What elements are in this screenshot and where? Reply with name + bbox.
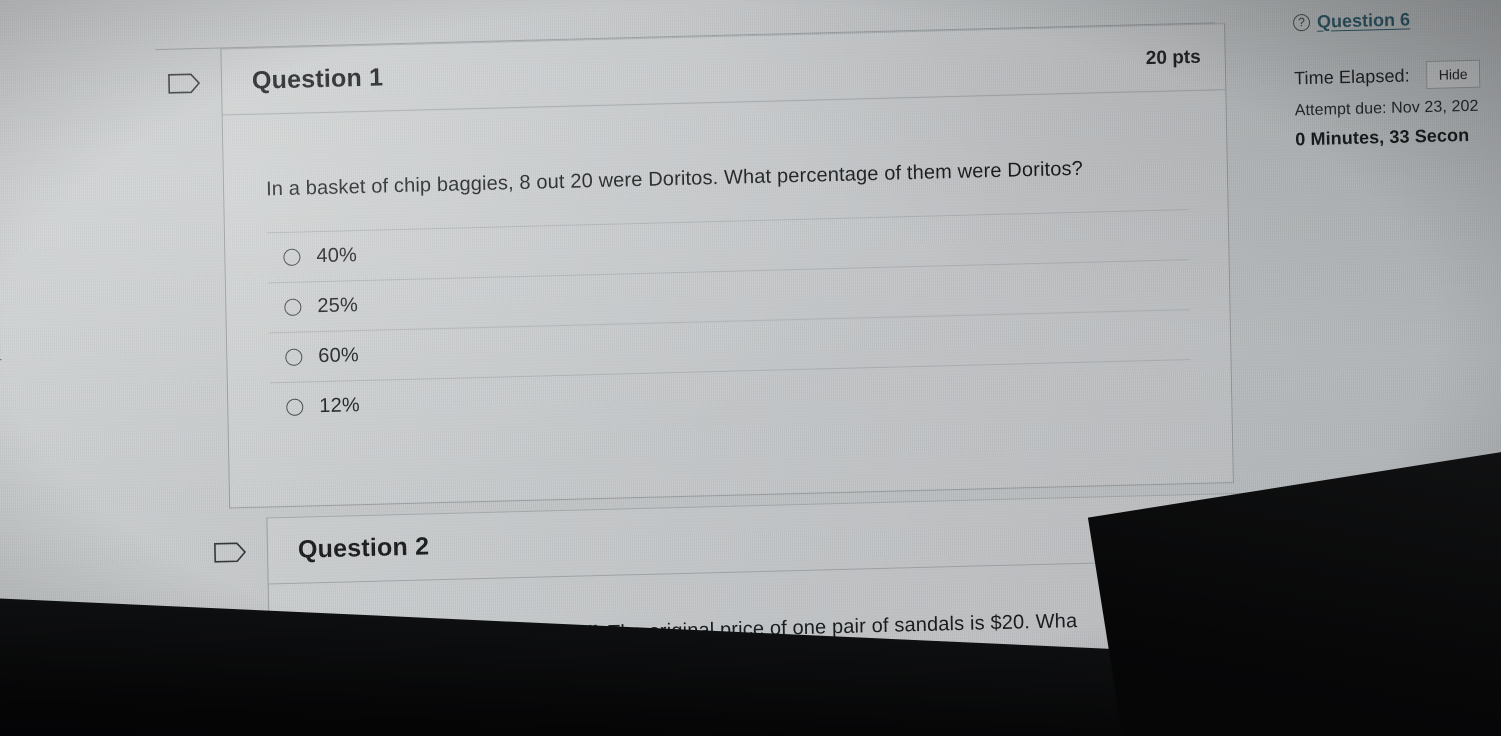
- hide-timer-button[interactable]: Hide: [1425, 59, 1481, 90]
- radio-button[interactable]: [285, 348, 303, 367]
- attempt-due-text: Attempt due: Nov 23, 202: [1294, 97, 1479, 120]
- question-2-header: Question 2 20 pts: [214, 493, 1267, 585]
- question-1-text: In a basket of chip baggies, 8 out 20 we…: [265, 157, 1084, 201]
- question-link-label[interactable]: Question 6: [1317, 9, 1410, 32]
- sidebar-item-onedrive[interactable]: OneDrive: [0, 335, 151, 364]
- sidebar-item-music[interactable]: sic: [0, 396, 152, 425]
- flag-icon[interactable]: [213, 540, 247, 565]
- sidebar-item-learning[interactable]: arning: [0, 662, 158, 691]
- screen-photo: arn Teams OneDrive sic ing oring ath s a…: [0, 0, 1501, 736]
- sidebar-item-s[interactable]: s: [0, 613, 157, 642]
- sidebar-item-math[interactable]: ath: [0, 559, 156, 588]
- sidebar-nav: arn Teams OneDrive sic ing oring ath s a…: [0, 0, 160, 736]
- question-1-points: 20 pts: [1145, 46, 1201, 69]
- question-navigation-rail: ? Question 4 ? Question 5 ? Question 6 T…: [1223, 0, 1501, 736]
- monitor-screen: arn Teams OneDrive sic ing oring ath s a…: [0, 0, 1501, 736]
- question-card-1: Question 1 20 pts In a basket of chip ba…: [168, 23, 1234, 509]
- question-1-answers: 40% 25% 60% 12%: [266, 209, 1192, 433]
- sidebar-item-tutoring[interactable]: oring: [0, 505, 155, 534]
- main-content: Quiz Instructions 7 Question 1 20 pts In…: [144, 0, 1270, 736]
- timer-block: Time Elapsed: Hide Attempt due: Nov 23, …: [1294, 58, 1501, 151]
- question-2-title: Question 2: [297, 532, 430, 564]
- question-card-2: Question 2 20 pts Sandals are on sale fo…: [214, 492, 1270, 699]
- answer-label: 60%: [318, 344, 360, 368]
- radio-button[interactable]: [286, 398, 304, 417]
- question-mark-circle-icon: ?: [1292, 13, 1311, 31]
- sidebar-item-reading[interactable]: ing: [0, 451, 154, 480]
- sidebar-item-learn[interactable]: arn: [0, 195, 149, 224]
- time-elapsed-row: Time Elapsed: Hide: [1294, 58, 1501, 93]
- time-elapsed-value: 0 Minutes, 33 Secon: [1295, 124, 1470, 150]
- question-1-body: In a basket of chip baggies, 8 out 20 we…: [223, 90, 1232, 434]
- question-2-text: Sandals are on sale for 20% off. The ori…: [313, 610, 1078, 652]
- sidebar-item-teams[interactable]: Teams: [0, 250, 150, 279]
- sidebar-item-whiteboard[interactable]: (Whiteboard): [0, 709, 158, 736]
- radio-button[interactable]: [283, 248, 301, 267]
- answer-label: 25%: [317, 294, 359, 318]
- question-1-title: Question 1: [251, 63, 384, 95]
- flag-icon[interactable]: [167, 71, 201, 96]
- answer-label: 12%: [319, 394, 361, 418]
- answer-label: 40%: [316, 244, 358, 268]
- question-link-6[interactable]: ? Question 6: [1292, 0, 1501, 38]
- radio-button[interactable]: [284, 298, 302, 317]
- time-elapsed-label: Time Elapsed:: [1293, 64, 1410, 88]
